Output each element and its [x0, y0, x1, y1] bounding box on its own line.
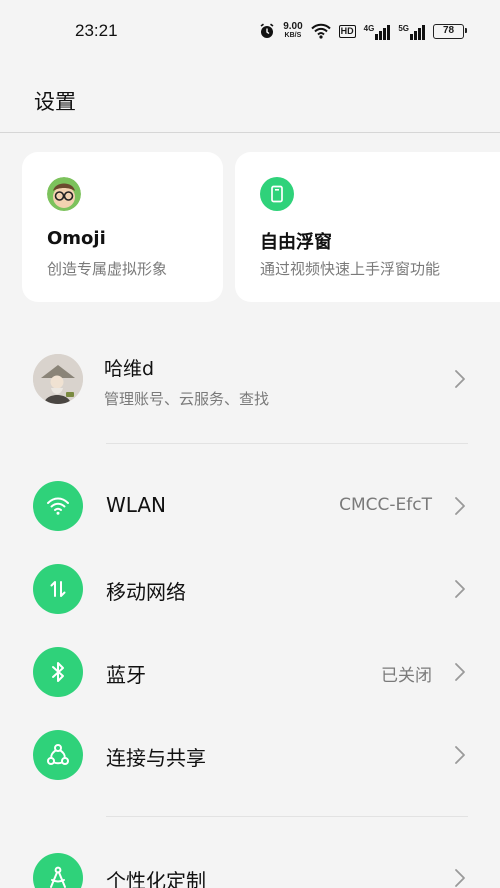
- chevron-right-icon: [455, 497, 465, 515]
- personalize-icon: [33, 853, 83, 888]
- settings-item-mobile-network[interactable]: 移动网络: [0, 550, 500, 628]
- floating-window-card-title: 自由浮窗: [260, 232, 332, 253]
- omoji-card-subtitle: 创造专属虚拟形象: [47, 260, 168, 278]
- settings-item-label: 移动网络: [106, 580, 186, 604]
- status-bar: 23:21 9.00 KB/S HD 4G 5G 78: [0, 0, 500, 64]
- hd-badge: HD: [338, 24, 356, 38]
- share-icon: [33, 730, 83, 780]
- settings-item-wlan[interactable]: WLAN CMCC-EfcT: [0, 467, 500, 545]
- settings-item-connection-sharing[interactable]: 连接与共享: [0, 716, 500, 794]
- section-divider: [106, 443, 468, 444]
- signal-icon-2: 5G: [398, 22, 425, 40]
- chevron-right-icon: [455, 663, 465, 681]
- alarm-icon: [259, 23, 275, 39]
- wifi-icon: [33, 481, 83, 531]
- battery-icon: 78: [433, 23, 467, 39]
- settings-item-value: 已关闭: [381, 666, 432, 686]
- header-divider: [0, 132, 500, 133]
- omoji-card[interactable]: Omoji 创造专属虚拟形象: [22, 152, 223, 302]
- status-icons: 9.00 KB/S HD 4G 5G 78: [259, 20, 467, 42]
- network-speed-value: 9.00: [283, 21, 303, 32]
- chevron-right-icon: [455, 580, 465, 598]
- chevron-right-icon: [455, 746, 465, 764]
- settings-item-label: 个性化定制: [106, 869, 206, 888]
- wifi-icon: [310, 23, 331, 39]
- floating-window-icon: [260, 177, 294, 211]
- network-type-label: 4G: [363, 24, 375, 33]
- chevron-right-icon: [455, 869, 465, 887]
- bluetooth-icon: [33, 647, 83, 697]
- omoji-avatar-icon: [47, 177, 81, 211]
- floating-window-card[interactable]: 自由浮窗 通过视频快速上手浮窗功能: [235, 152, 500, 302]
- section-divider: [106, 816, 468, 817]
- settings-item-label: 连接与共享: [106, 746, 206, 770]
- mobile-data-icon: [33, 564, 83, 614]
- status-time: 23:21: [75, 21, 118, 40]
- account-subtitle: 管理账号、云服务、查找: [104, 390, 270, 408]
- account-name: 哈维d: [104, 358, 155, 380]
- network-type-label-2: 5G: [398, 24, 409, 33]
- omoji-card-title: Omoji: [47, 228, 106, 249]
- avatar: [33, 354, 83, 404]
- account-row[interactable]: 哈维d 管理账号、云服务、查找: [0, 340, 500, 420]
- network-speed-unit: KB/S: [284, 32, 302, 39]
- settings-item-label: 蓝牙: [106, 663, 146, 687]
- page-title: 设置: [34, 90, 76, 114]
- settings-item-bluetooth[interactable]: 蓝牙 已关闭: [0, 633, 500, 711]
- network-speed: 9.00 KB/S: [283, 22, 302, 40]
- signal-icon: 4G: [364, 22, 391, 40]
- settings-item-label: WLAN: [106, 493, 167, 517]
- settings-item-value: CMCC-EfcT: [339, 495, 432, 515]
- settings-item-personalization[interactable]: 个性化定制: [0, 839, 500, 888]
- floating-window-card-subtitle: 通过视频快速上手浮窗功能: [260, 260, 441, 278]
- chevron-right-icon: [455, 370, 465, 388]
